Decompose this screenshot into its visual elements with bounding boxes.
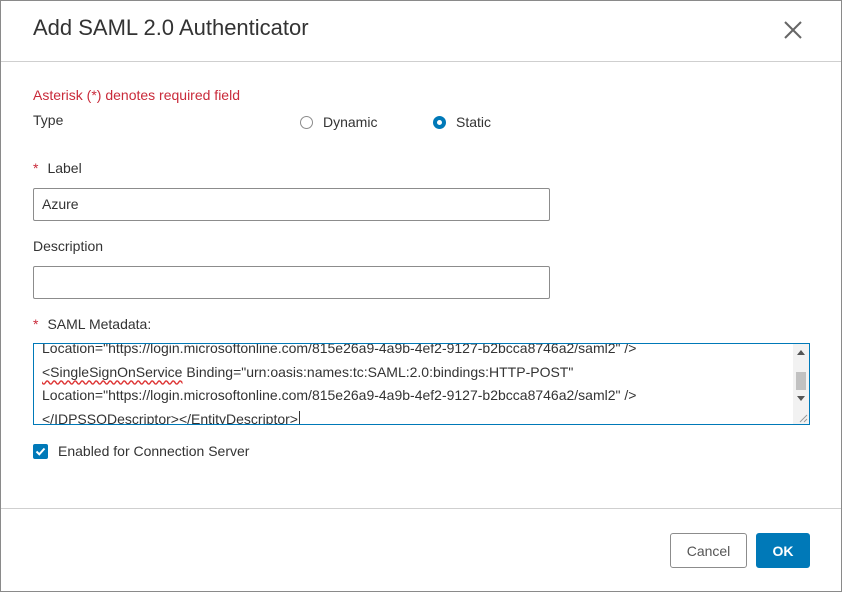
radio-static-label: Static: [456, 114, 492, 130]
scroll-up-arrow-icon[interactable]: [797, 350, 805, 355]
scrollbar-thumb[interactable]: [796, 372, 806, 390]
metadata-line: Location="https://login.microsoftonline.…: [42, 343, 637, 356]
add-saml-dialog: Add SAML 2.0 Authenticator Asterisk (*) …: [0, 0, 842, 592]
ok-button[interactable]: OK: [756, 533, 810, 568]
label-field-text: Label: [47, 160, 82, 176]
metadata-line: <SingleSignOnService Binding="urn:oasis:…: [42, 361, 636, 385]
footer-divider: [1, 508, 841, 509]
metadata-line: </IDPSSODescriptor></EntityDescriptor>: [42, 408, 636, 425]
close-icon: [784, 21, 802, 39]
radio-dynamic-circle[interactable]: [300, 115, 313, 129]
metadata-line: Location="https://login.microsoftonline.…: [42, 387, 637, 403]
required-asterisk: *: [33, 316, 39, 332]
radio-dynamic-label: Dynamic: [323, 114, 378, 130]
metadata-text: Binding="urn:oasis:names:tc:SAML:2.0:bin…: [182, 363, 574, 380]
label-field-label: * Label: [33, 160, 82, 176]
description-label: Description: [33, 238, 104, 254]
metadata-tag: </IDPSSODescriptor>: [42, 410, 179, 425]
metadata-content: Location="https://login.microsoftonline.…: [42, 343, 637, 425]
connection-server-checkbox-row[interactable]: Enabled for Connection Server: [33, 442, 249, 460]
scroll-down-arrow-icon[interactable]: [797, 396, 805, 401]
type-label: Type: [33, 112, 64, 128]
metadata-tag: </EntityDescriptor>: [178, 410, 298, 425]
radio-dynamic[interactable]: Dynamic: [300, 112, 377, 132]
checkmark-icon: [35, 447, 46, 456]
required-note: Asterisk (*) denotes required field: [33, 87, 240, 103]
text-caret: [299, 410, 300, 424]
cancel-button[interactable]: Cancel: [670, 533, 747, 568]
description-input[interactable]: [33, 266, 550, 299]
radio-static-circle[interactable]: [433, 115, 446, 129]
saml-metadata-label: * SAML Metadata:: [33, 316, 151, 332]
textarea-scrollbar[interactable]: [793, 344, 809, 424]
saml-metadata-textarea[interactable]: Location="https://login.microsoftonline.…: [33, 343, 810, 425]
dialog-header: Add SAML 2.0 Authenticator: [1, 1, 841, 62]
dialog-title: Add SAML 2.0 Authenticator: [33, 15, 309, 40]
saml-metadata-text: SAML Metadata:: [47, 316, 152, 332]
connection-server-checkbox[interactable]: [33, 443, 48, 459]
resize-handle-icon[interactable]: [798, 413, 808, 423]
connection-server-label: Enabled for Connection Server: [58, 443, 250, 459]
radio-static[interactable]: Static: [433, 112, 491, 132]
required-asterisk: *: [33, 160, 39, 176]
label-input[interactable]: Azure: [33, 188, 550, 221]
metadata-tag: <SingleSignOnService: [42, 363, 183, 380]
close-button[interactable]: [782, 19, 804, 41]
